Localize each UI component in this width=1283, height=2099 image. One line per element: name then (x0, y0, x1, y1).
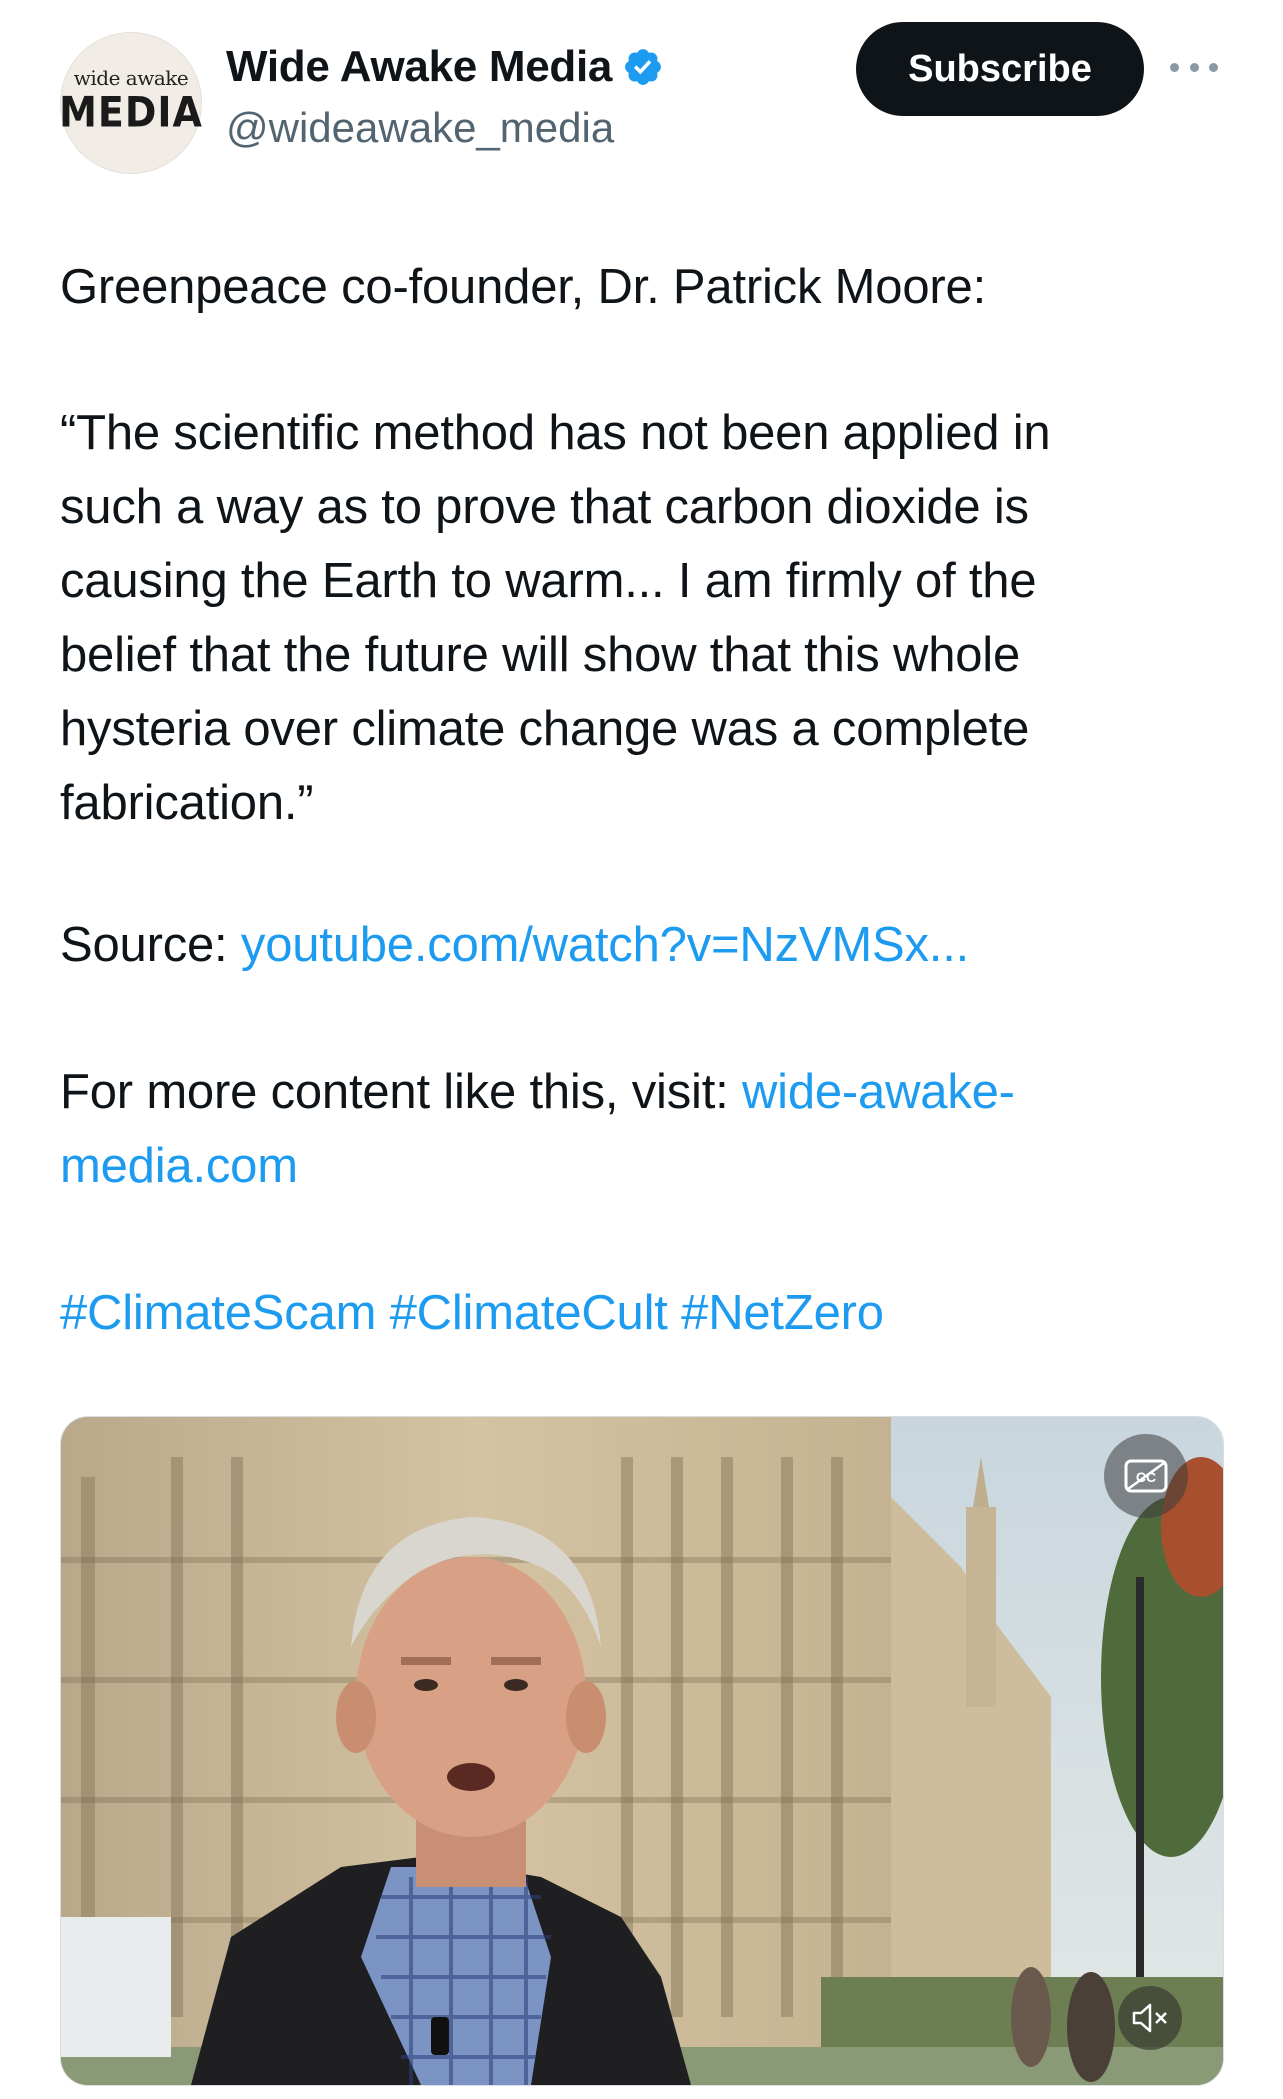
source-link[interactable]: youtube.com/watch?v=NzVMSx... (241, 918, 969, 972)
source-label: Source: (60, 918, 241, 972)
more-content-line: For more content like this, visit: wide-… (60, 1055, 1220, 1203)
muted-speaker-icon[interactable] (1118, 1986, 1182, 2050)
quote-line: causing the Earth to warm... I am firmly… (60, 554, 1037, 608)
more-dot (1209, 62, 1218, 72)
website-link-continued[interactable]: media.com (60, 1139, 298, 1193)
video-frame (61, 1417, 1223, 2085)
video-player[interactable] (60, 1416, 1224, 2086)
hashtag-link[interactable]: #NetZero (681, 1286, 884, 1340)
muted-speaker-glyph (1132, 2003, 1167, 2033)
author-name-row[interactable]: Wide Awake Media (226, 42, 664, 92)
more-content-label: For more content like this, visit: (60, 1065, 742, 1119)
author-handle[interactable]: @wideawake_media (226, 104, 614, 152)
closed-captions-glyph: CC (1124, 1459, 1168, 1493)
source-line: Source: youtube.com/watch?v=NzVMSx... (60, 908, 1220, 982)
author-display-name[interactable]: Wide Awake Media (226, 42, 612, 92)
hashtags-line: #ClimateScam #ClimateCult #NetZero (60, 1276, 1220, 1350)
verified-badge-icon (625, 49, 661, 85)
post-intro: Greenpeace co-founder, Dr. Patrick Moore… (60, 260, 986, 314)
quote-line: such a way as to prove that carbon dioxi… (60, 480, 1029, 534)
hashtag-link[interactable]: #ClimateScam (60, 1286, 376, 1340)
more-dot (1170, 62, 1179, 72)
more-options-icon[interactable] (1170, 52, 1218, 82)
quote-line: “The scientific method has not been appl… (60, 406, 1051, 460)
website-link[interactable]: wide-awake- (742, 1065, 1015, 1119)
author-avatar[interactable]: wide awake MEDIA (59, 32, 203, 174)
subscribe-button[interactable]: Subscribe (856, 22, 1144, 116)
avatar-text-top: wide awake (73, 66, 189, 90)
quote-line: fabrication.” (60, 776, 314, 830)
quote-line: hysteria over climate change was a compl… (60, 702, 1030, 756)
more-dot (1189, 62, 1199, 72)
closed-captions-icon[interactable]: CC (1104, 1434, 1188, 1518)
post-quote: “The scientific method has not been appl… (60, 396, 1220, 840)
hashtag-link[interactable]: #ClimateCult (390, 1286, 668, 1340)
quote-line: belief that the future will show that th… (60, 628, 1021, 682)
avatar-text-bottom: MEDIA (59, 87, 203, 137)
